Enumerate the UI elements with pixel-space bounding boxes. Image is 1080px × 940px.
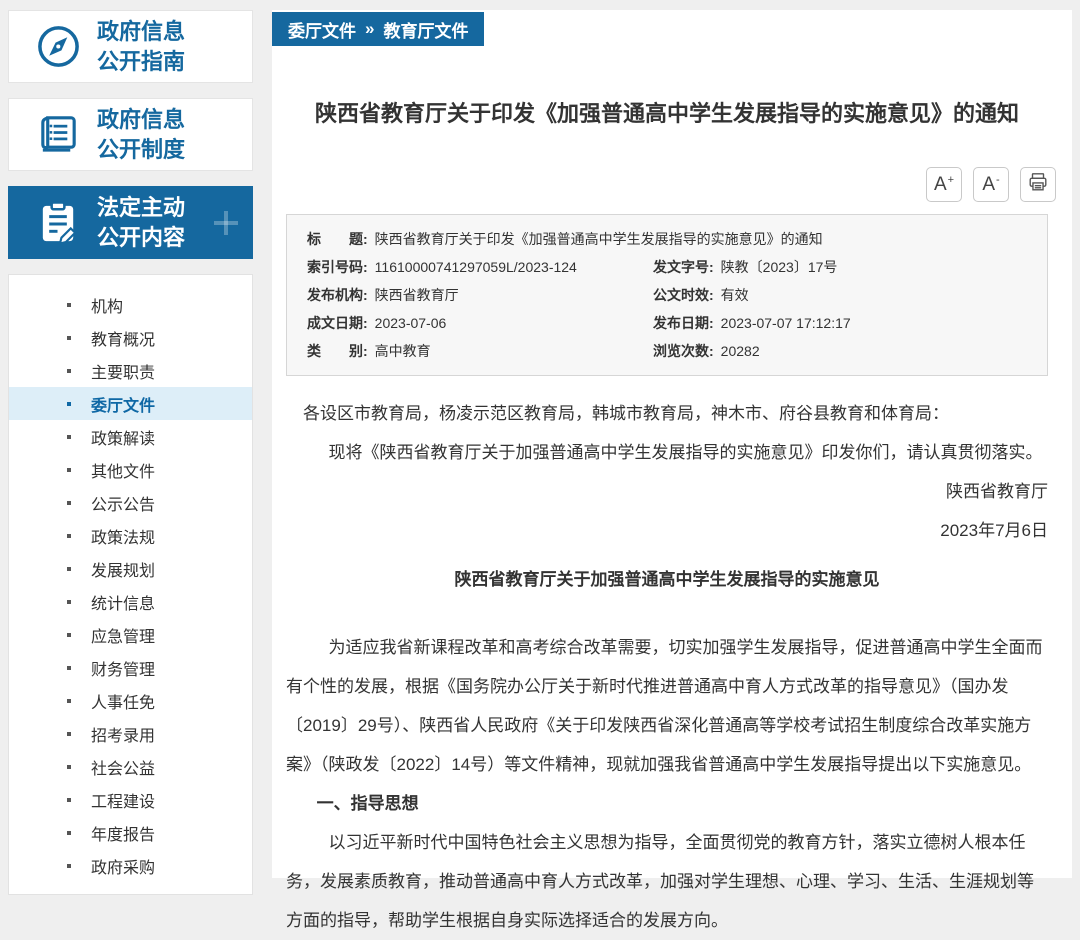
intro-paragraph: 现将《陕西省教育厅关于加强普通高中学生发展指导的实施意见》印发你们，请认真贯彻落… [286, 433, 1048, 472]
article-body: 各设区市教育局，杨凌示范区教育局，韩城市教育局，神木市、府谷县教育和体育局： 现… [286, 394, 1048, 940]
meta-field: 类 别: 高中教育 [307, 337, 653, 365]
meta-field: 公文时效: 有效 [653, 281, 1037, 309]
sidebar-menu-item[interactable]: 招考录用 [9, 717, 252, 750]
sidebar-menu-item[interactable]: 机构 [9, 288, 252, 321]
sidebar-menu-item[interactable]: 公示公告 [9, 486, 252, 519]
sidebar-menu-item[interactable]: 政策解读 [9, 420, 252, 453]
printer-icon [1027, 171, 1049, 199]
bullet-icon [67, 501, 71, 505]
bullet-icon [67, 699, 71, 703]
sidebar-menu-item[interactable]: 工程建设 [9, 783, 252, 816]
sidebar: 政府信息 公开指南 政府信息 公开制度 [8, 10, 253, 895]
breadcrumb-section[interactable]: 委厅文件 [288, 17, 356, 42]
breadcrumb-current[interactable]: 教育厅文件 [383, 17, 468, 42]
meta-field: 发文字号: 陕教〔2023〕17号 [653, 253, 1037, 281]
document-subtitle: 陕西省教育厅关于加强普通高中学生发展指导的实施意见 [286, 560, 1048, 599]
bullet-icon [67, 765, 71, 769]
bullet-icon [67, 732, 71, 736]
meta-field-title: 标 题: 陕西省教育厅关于印发《加强普通高中学生发展指导的实施意见》的通知 [307, 225, 1037, 253]
page-title: 陕西省教育厅关于印发《加强普通高中学生发展指导的实施意见》的通知 [286, 98, 1048, 129]
meta-field: 发布日期: 2023-07-07 17:12:17 [653, 309, 1037, 337]
card-label: 政府信息 公开指南 [97, 17, 185, 77]
sidebar-menu-item[interactable]: 政府采购 [9, 849, 252, 882]
salutation: 各设区市教育局，杨凌示范区教育局，韩城市教育局，神木市、府谷县教育和体育局： [286, 394, 1048, 433]
font-increase-button[interactable]: A+ [926, 167, 962, 202]
meta-box: 标 题: 陕西省教育厅关于印发《加强普通高中学生发展指导的实施意见》的通知 索引… [286, 214, 1048, 376]
meta-field: 浏览次数: 20282 [653, 337, 1037, 365]
print-button[interactable] [1020, 167, 1056, 202]
sidebar-menu-item[interactable]: 主要职责 [9, 354, 252, 387]
sidebar-card-disclosure-system[interactable]: 政府信息 公开制度 [8, 98, 253, 171]
body-paragraph-2: 以习近平新时代中国特色社会主义思想为指导，全面贯彻党的教育方针，落实立德树人根本… [286, 823, 1048, 940]
bullet-icon [67, 633, 71, 637]
sidebar-menu-item[interactable]: 发展规划 [9, 552, 252, 585]
bullet-icon [67, 567, 71, 571]
sidebar-menu: 机构 教育概况 主要职责 委厅文件 政策解读 其他文件 公示公告 政策法规 发展… [8, 274, 253, 895]
sidebar-card-disclosure-guide[interactable]: 政府信息 公开指南 [8, 10, 253, 83]
bullet-icon [67, 303, 71, 307]
meta-field: 成文日期: 2023-07-06 [307, 309, 653, 337]
sidebar-menu-item[interactable]: 其他文件 [9, 453, 252, 486]
bullet-icon [67, 336, 71, 340]
bullet-icon [67, 798, 71, 802]
toolbar: A+ A- [272, 167, 1056, 202]
bullet-icon [67, 831, 71, 835]
breadcrumb-separator: » [365, 19, 374, 39]
card-label: 政府信息 公开制度 [97, 105, 185, 165]
bullet-icon [67, 864, 71, 868]
sidebar-menu-item[interactable]: 统计信息 [9, 585, 252, 618]
sidebar-menu-item[interactable]: 年度报告 [9, 816, 252, 849]
sidebar-menu-item[interactable]: 社会公益 [9, 750, 252, 783]
sidebar-menu-item[interactable]: 委厅文件 [9, 387, 252, 420]
sidebar-menu-item[interactable]: 人事任免 [9, 684, 252, 717]
sidebar-menu-item[interactable]: 应急管理 [9, 618, 252, 651]
content-panel: 委厅文件 » 教育厅文件 陕西省教育厅关于印发《加强普通高中学生发展指导的实施意… [272, 10, 1072, 878]
bullet-icon [67, 369, 71, 373]
meta-field: 索引号码: 11610000741297059L/2023-124 [307, 253, 653, 281]
signature-date: 2023年7月6日 [286, 511, 1048, 550]
sidebar-menu-item[interactable]: 财务管理 [9, 651, 252, 684]
meta-field: 发布机构: 陕西省教育厅 [307, 281, 653, 309]
sidebar-menu-item[interactable]: 政策法规 [9, 519, 252, 552]
compass-icon [35, 23, 82, 70]
breadcrumb: 委厅文件 » 教育厅文件 [272, 12, 484, 46]
clipboard-pencil-icon [35, 199, 82, 246]
sidebar-card-statutory-disclosure[interactable]: 法定主动 公开内容 [8, 186, 253, 259]
card-label: 法定主动 公开内容 [97, 193, 185, 253]
plus-icon [214, 211, 238, 235]
meta-grid: 索引号码: 11610000741297059L/2023-124 发文字号: … [307, 253, 1037, 365]
book-icon [35, 111, 82, 158]
font-decrease-button[interactable]: A- [973, 167, 1009, 202]
bullet-icon [67, 402, 71, 406]
sidebar-menu-item[interactable]: 教育概况 [9, 321, 252, 354]
bullet-icon [67, 666, 71, 670]
bullet-icon [67, 468, 71, 472]
section-heading-1: 一、指导思想 [286, 784, 1048, 823]
signature-org: 陕西省教育厅 [286, 472, 1048, 511]
bullet-icon [67, 435, 71, 439]
bullet-icon [67, 600, 71, 604]
bullet-icon [67, 534, 71, 538]
body-paragraph-1: 为适应我省新课程改革和高考综合改革需要，切实加强学生发展指导，促进普通高中学生全… [286, 628, 1048, 784]
